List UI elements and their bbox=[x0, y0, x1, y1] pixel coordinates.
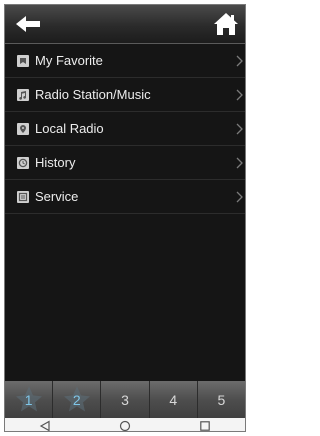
preset-number: 1 bbox=[24, 391, 33, 408]
music-note-icon bbox=[17, 88, 29, 101]
nav-home-icon bbox=[119, 420, 131, 431]
preset-bar: 1 2 3 4 5 bbox=[5, 381, 245, 418]
preset-number: 4 bbox=[169, 391, 178, 408]
back-arrow-icon bbox=[16, 16, 40, 32]
top-bar bbox=[5, 5, 245, 44]
menu-item-label: Service bbox=[35, 189, 79, 204]
nav-back-icon bbox=[39, 419, 50, 431]
menu-item-label: History bbox=[35, 155, 76, 170]
main-menu: My Favorite Radio Station/Music Local Ra… bbox=[5, 44, 245, 214]
menu-item-radio-station-music[interactable]: Radio Station/Music bbox=[5, 78, 245, 112]
chevron-right-icon bbox=[236, 55, 243, 67]
preset-button-5[interactable]: 5 bbox=[197, 381, 245, 418]
app-screen: My Favorite Radio Station/Music Local Ra… bbox=[4, 4, 246, 432]
menu-item-label: Radio Station/Music bbox=[35, 87, 151, 102]
favorite-icon bbox=[17, 54, 29, 67]
menu-item-label: Local Radio bbox=[35, 121, 104, 136]
nav-back-button[interactable] bbox=[35, 419, 55, 431]
menu-item-service[interactable]: Service bbox=[5, 180, 245, 214]
menu-item-local-radio[interactable]: Local Radio bbox=[5, 112, 245, 146]
location-pin-icon bbox=[17, 122, 29, 135]
nav-recents-icon bbox=[200, 420, 210, 431]
system-nav-bar bbox=[5, 418, 245, 431]
service-icon bbox=[17, 190, 29, 203]
preset-button-3[interactable]: 3 bbox=[101, 381, 150, 418]
preset-button-2[interactable]: 2 bbox=[53, 381, 102, 418]
preset-number: 5 bbox=[217, 391, 226, 408]
menu-item-history[interactable]: History bbox=[5, 146, 245, 180]
back-button[interactable] bbox=[15, 14, 43, 34]
preset-number: 2 bbox=[72, 391, 81, 408]
clock-icon bbox=[17, 156, 29, 169]
menu-item-my-favorite[interactable]: My Favorite bbox=[5, 44, 245, 78]
home-button[interactable] bbox=[213, 11, 239, 37]
home-icon bbox=[214, 13, 238, 35]
nav-home-button[interactable] bbox=[115, 419, 135, 431]
menu-item-label: My Favorite bbox=[35, 53, 103, 68]
preset-number: 3 bbox=[121, 391, 129, 408]
chevron-right-icon bbox=[236, 191, 243, 203]
preset-button-4[interactable]: 4 bbox=[149, 381, 198, 418]
nav-recents-button[interactable] bbox=[195, 419, 215, 431]
chevron-right-icon bbox=[236, 157, 243, 169]
chevron-right-icon bbox=[236, 89, 243, 101]
preset-button-1[interactable]: 1 bbox=[5, 381, 54, 418]
chevron-right-icon bbox=[236, 123, 243, 135]
